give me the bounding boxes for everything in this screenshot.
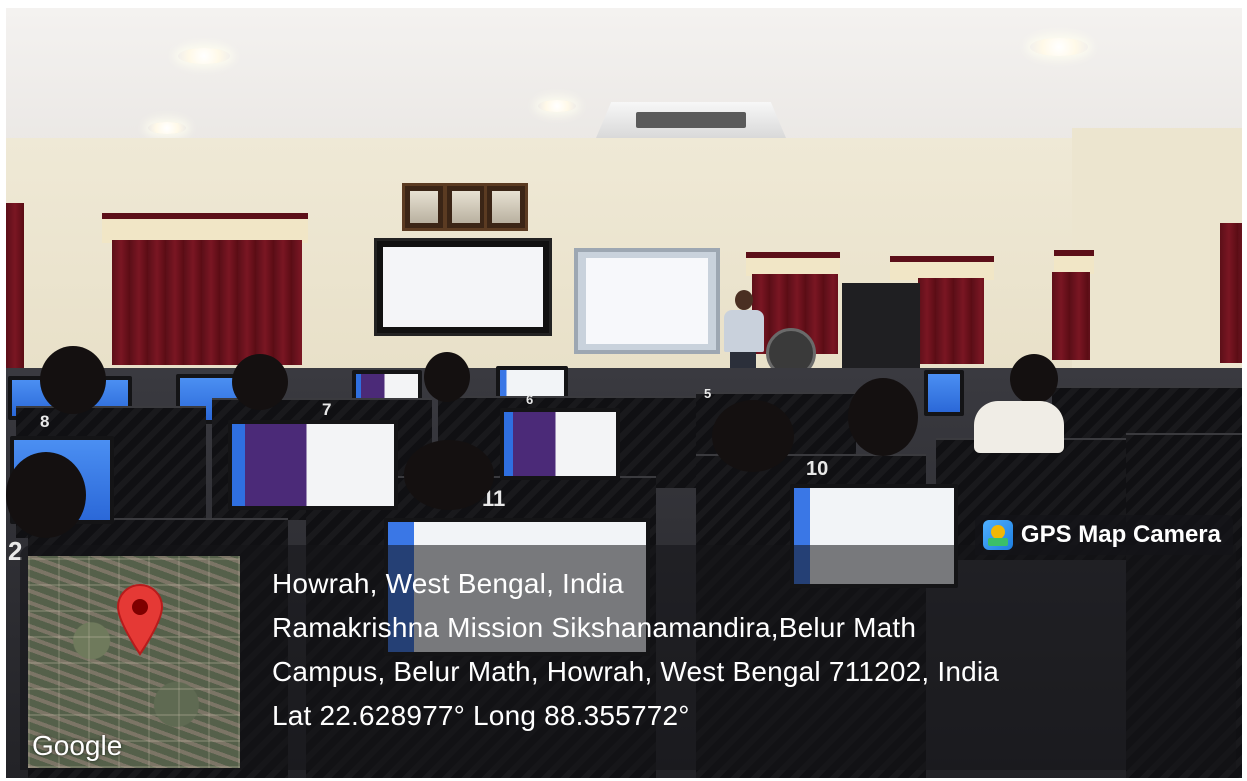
student-head <box>40 346 106 414</box>
wall-photo <box>402 183 446 231</box>
curtain <box>112 240 302 365</box>
side-wall <box>1072 128 1242 388</box>
student-head <box>712 400 794 472</box>
projector-board <box>574 248 720 354</box>
location-pin-icon <box>116 584 164 656</box>
seat-number: 7 <box>322 400 332 419</box>
wall-photo <box>444 183 488 231</box>
curtain <box>1052 272 1090 360</box>
student-head <box>232 354 288 410</box>
student-head <box>404 440 494 510</box>
address-line: Campus, Belur Math, Howrah, West Bengal … <box>272 656 1000 687</box>
monitor <box>228 420 398 510</box>
curtain-valance <box>746 252 840 276</box>
ceiling-light <box>1030 38 1088 56</box>
ceiling-light <box>178 48 230 64</box>
curtain-valance <box>1054 250 1094 274</box>
map-thumbnail: Google <box>28 556 240 768</box>
monitor <box>924 370 964 416</box>
seat-number: 6 <box>526 392 534 407</box>
gps-map-camera-icon <box>982 520 1013 550</box>
app-name: GPS Map Camera <box>1020 521 1221 548</box>
smart-display <box>374 238 552 336</box>
curtain <box>6 203 24 368</box>
coordinates: Lat 22.628977° Long 88.355772° <box>272 700 690 731</box>
curtain <box>1220 223 1242 363</box>
curtain-valance <box>102 213 308 243</box>
location-title: Howrah, West Bengal, India <box>272 568 624 599</box>
gps-app-badge: GPS Map Camera <box>974 515 1233 555</box>
seat-number: 5 <box>704 386 712 401</box>
student-head <box>424 352 470 402</box>
address-line: Ramakrishna Mission Sikshanamandira,Belu… <box>272 612 917 643</box>
student-shirt <box>974 401 1064 453</box>
student-head <box>1010 354 1058 404</box>
student-head <box>6 452 86 538</box>
cabinet <box>842 283 920 373</box>
curtain <box>918 278 984 364</box>
seat-number: 8 <box>40 412 50 431</box>
monitor <box>500 408 620 480</box>
seat-number: 10 <box>806 458 829 480</box>
ceiling-light <box>538 100 576 112</box>
curtain-valance <box>890 256 994 280</box>
ac-unit <box>596 102 786 138</box>
student-head <box>848 378 918 456</box>
map-logo: Google <box>32 730 123 761</box>
ceiling-light <box>148 122 186 134</box>
wall-photo <box>484 183 528 231</box>
